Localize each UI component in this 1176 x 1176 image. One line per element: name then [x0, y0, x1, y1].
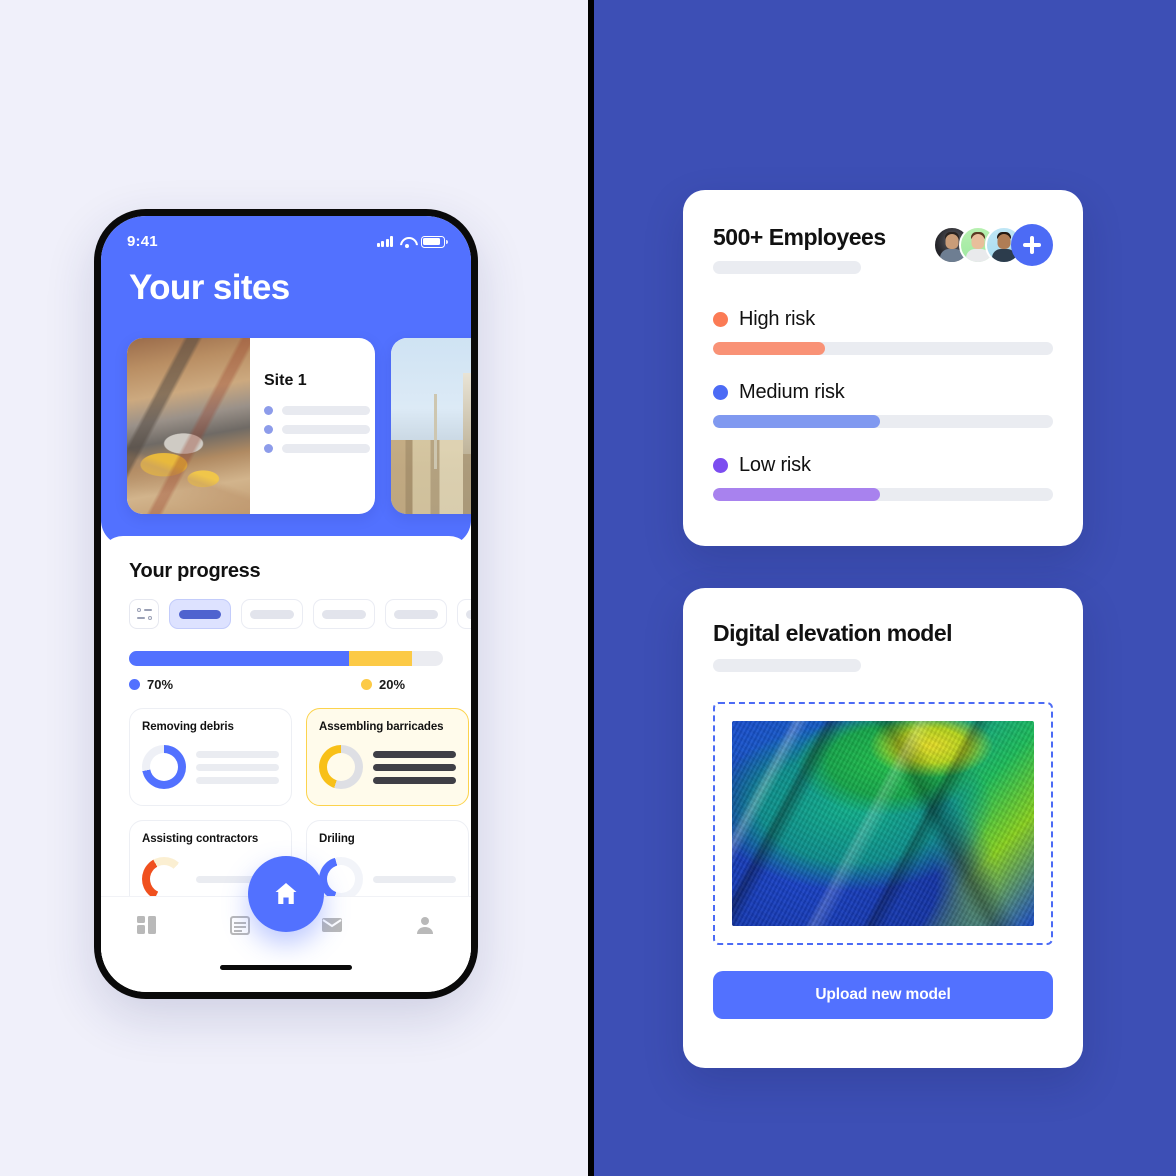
progress-bar — [129, 651, 443, 666]
site-photo — [127, 338, 250, 514]
sites-carousel[interactable]: Site 1 — [127, 338, 471, 514]
task-placeholder-lines — [373, 875, 456, 883]
home-indicator — [220, 965, 352, 970]
page-title: Your sites — [129, 268, 290, 307]
task-card[interactable]: Removing debris — [129, 708, 292, 806]
calendar-icon[interactable] — [227, 913, 253, 937]
dem-dropzone[interactable] — [713, 702, 1053, 945]
wifi-icon — [399, 236, 415, 248]
task-donut — [319, 745, 363, 789]
bullet-dot — [264, 406, 273, 415]
task-card[interactable]: Assembling barricades — [306, 708, 469, 806]
risk-track — [713, 415, 1053, 428]
chip-3[interactable] — [385, 599, 447, 629]
task-placeholder-lines — [373, 750, 456, 784]
battery-icon — [421, 235, 448, 248]
dem-title: Digital elevation model — [713, 620, 953, 646]
legend-item-yellow: 20% — [361, 677, 405, 692]
progress-filter-chips[interactable] — [129, 599, 471, 629]
section-title-progress: Your progress — [129, 560, 261, 582]
avatar-group[interactable] — [933, 224, 1053, 266]
progress-segment-blue — [129, 651, 349, 666]
risk-list: High risk Medium risk Low risk — [713, 308, 1053, 501]
status-icons — [376, 235, 448, 248]
task-placeholder-lines — [196, 750, 279, 784]
risk-row-medium: Medium risk — [713, 381, 1053, 428]
signal-icon — [376, 236, 393, 247]
risk-label: High risk — [739, 308, 815, 330]
placeholder-bar — [282, 425, 370, 434]
task-name: Removing debris — [142, 721, 234, 733]
chip-0[interactable] — [169, 599, 231, 629]
placeholder-bar — [282, 406, 370, 415]
site-detail-lines — [264, 406, 375, 453]
dashboard-icon[interactable] — [134, 913, 160, 937]
site-card[interactable] — [391, 338, 471, 514]
risk-row-low: Low risk — [713, 454, 1053, 501]
task-donut — [142, 745, 186, 789]
legend-item-blue: 70% — [129, 677, 361, 692]
task-donut — [319, 857, 363, 901]
task-name: Assembling barricades — [319, 721, 444, 733]
placeholder-bar — [282, 444, 370, 453]
site-name: Site 1 — [264, 372, 307, 389]
chip-2[interactable] — [313, 599, 375, 629]
risk-fill — [713, 342, 826, 355]
bullet-dot — [264, 425, 273, 434]
task-name: Assisting contractors — [142, 833, 259, 845]
risk-dot — [713, 312, 728, 327]
filter-list-icon[interactable] — [129, 599, 159, 629]
legend-label: 20% — [379, 677, 406, 692]
left-panel: 9:41 Your sites Site 1 Your progress 70%… — [0, 0, 588, 1176]
status-time: 9:41 — [127, 233, 158, 250]
dem-preview-image — [732, 721, 1034, 926]
employees-card: 500+ Employees High risk Medium risk Low… — [683, 190, 1083, 546]
phone-screen: 9:41 Your sites Site 1 Your progress 70%… — [101, 216, 471, 992]
profile-icon[interactable] — [412, 913, 438, 937]
risk-fill — [713, 488, 880, 501]
risk-fill — [713, 415, 880, 428]
screenshot-root: 9:41 Your sites Site 1 Your progress 70%… — [0, 0, 1176, 1176]
right-panel: 500+ Employees High risk Medium risk Low… — [588, 0, 1176, 1176]
dem-subtitle-placeholder — [713, 659, 861, 672]
mail-icon[interactable] — [319, 913, 345, 937]
chip-1[interactable] — [241, 599, 303, 629]
employees-header: 500+ Employees — [713, 224, 1053, 274]
risk-dot — [713, 458, 728, 473]
risk-label: Medium risk — [739, 381, 845, 403]
panel-divider — [588, 0, 594, 1176]
employees-subtitle-placeholder — [713, 261, 861, 274]
task-name: Driling — [319, 833, 355, 845]
phone-header: 9:41 Your sites Site 1 — [101, 216, 471, 546]
site-card[interactable]: Site 1 — [127, 338, 375, 514]
chip-4[interactable] — [457, 599, 471, 629]
dem-card: Digital elevation model Upload new model — [683, 588, 1083, 1068]
status-bar: 9:41 — [101, 216, 471, 250]
upload-new-model-button[interactable]: Upload new model — [713, 971, 1053, 1019]
bullet-dot — [264, 444, 273, 453]
risk-dot — [713, 385, 728, 400]
site-photo — [391, 338, 471, 514]
home-icon — [275, 883, 297, 904]
risk-track — [713, 488, 1053, 501]
phone-mockup: 9:41 Your sites Site 1 Your progress 70%… — [94, 209, 478, 999]
site-info: Site 1 — [250, 338, 375, 514]
risk-label: Low risk — [739, 454, 811, 476]
home-fab-button[interactable] — [248, 856, 324, 932]
legend-label: 70% — [147, 677, 174, 692]
add-employee-button[interactable] — [1011, 224, 1053, 266]
progress-legend: 70% 20% — [129, 677, 443, 692]
task-donut — [142, 857, 186, 901]
risk-row-high: High risk — [713, 308, 1053, 355]
risk-track — [713, 342, 1053, 355]
progress-segment-yellow — [348, 651, 412, 666]
employees-title: 500+ Employees — [713, 224, 886, 250]
